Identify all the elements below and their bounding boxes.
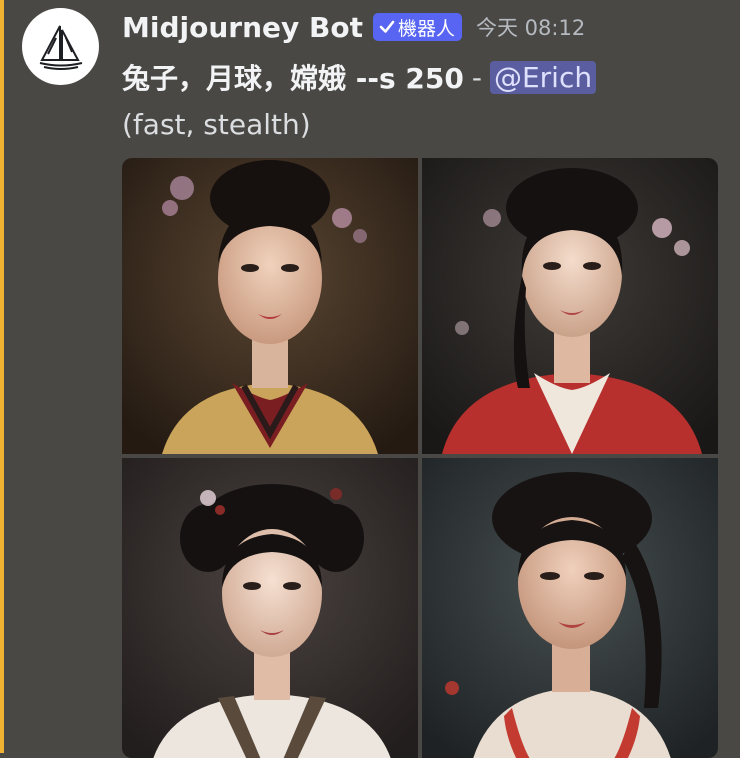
bot-tag: 機器人 [372,13,462,41]
sailboat-icon [39,25,82,70]
avatar[interactable] [22,8,99,85]
separator: - [471,60,482,94]
message-header: Midjourney Bot 機器人 今天 08:12 [122,6,585,48]
verified-check-icon [379,20,395,33]
portrait-image-2[interactable] [422,158,718,454]
mention-highlight-bar [0,0,4,753]
portrait-image-3[interactable] [122,458,418,758]
author-name[interactable]: Midjourney Bot [122,11,363,44]
generation-mode: (fast, stealth) [122,107,311,141]
bot-tag-label: 機器人 [397,17,455,40]
message-content: 兔子，月球，嫦娥 --s 250 - @Erich [122,56,597,98]
portrait-image-1[interactable] [122,158,418,454]
prompt-text: 兔子，月球，嫦娥 --s 250 [122,62,464,95]
user-mention[interactable]: @Erich [489,60,597,94]
image-attachment[interactable] [122,158,718,758]
portrait-image-4[interactable] [422,458,718,758]
timestamp: 今天 08:12 [475,16,586,40]
